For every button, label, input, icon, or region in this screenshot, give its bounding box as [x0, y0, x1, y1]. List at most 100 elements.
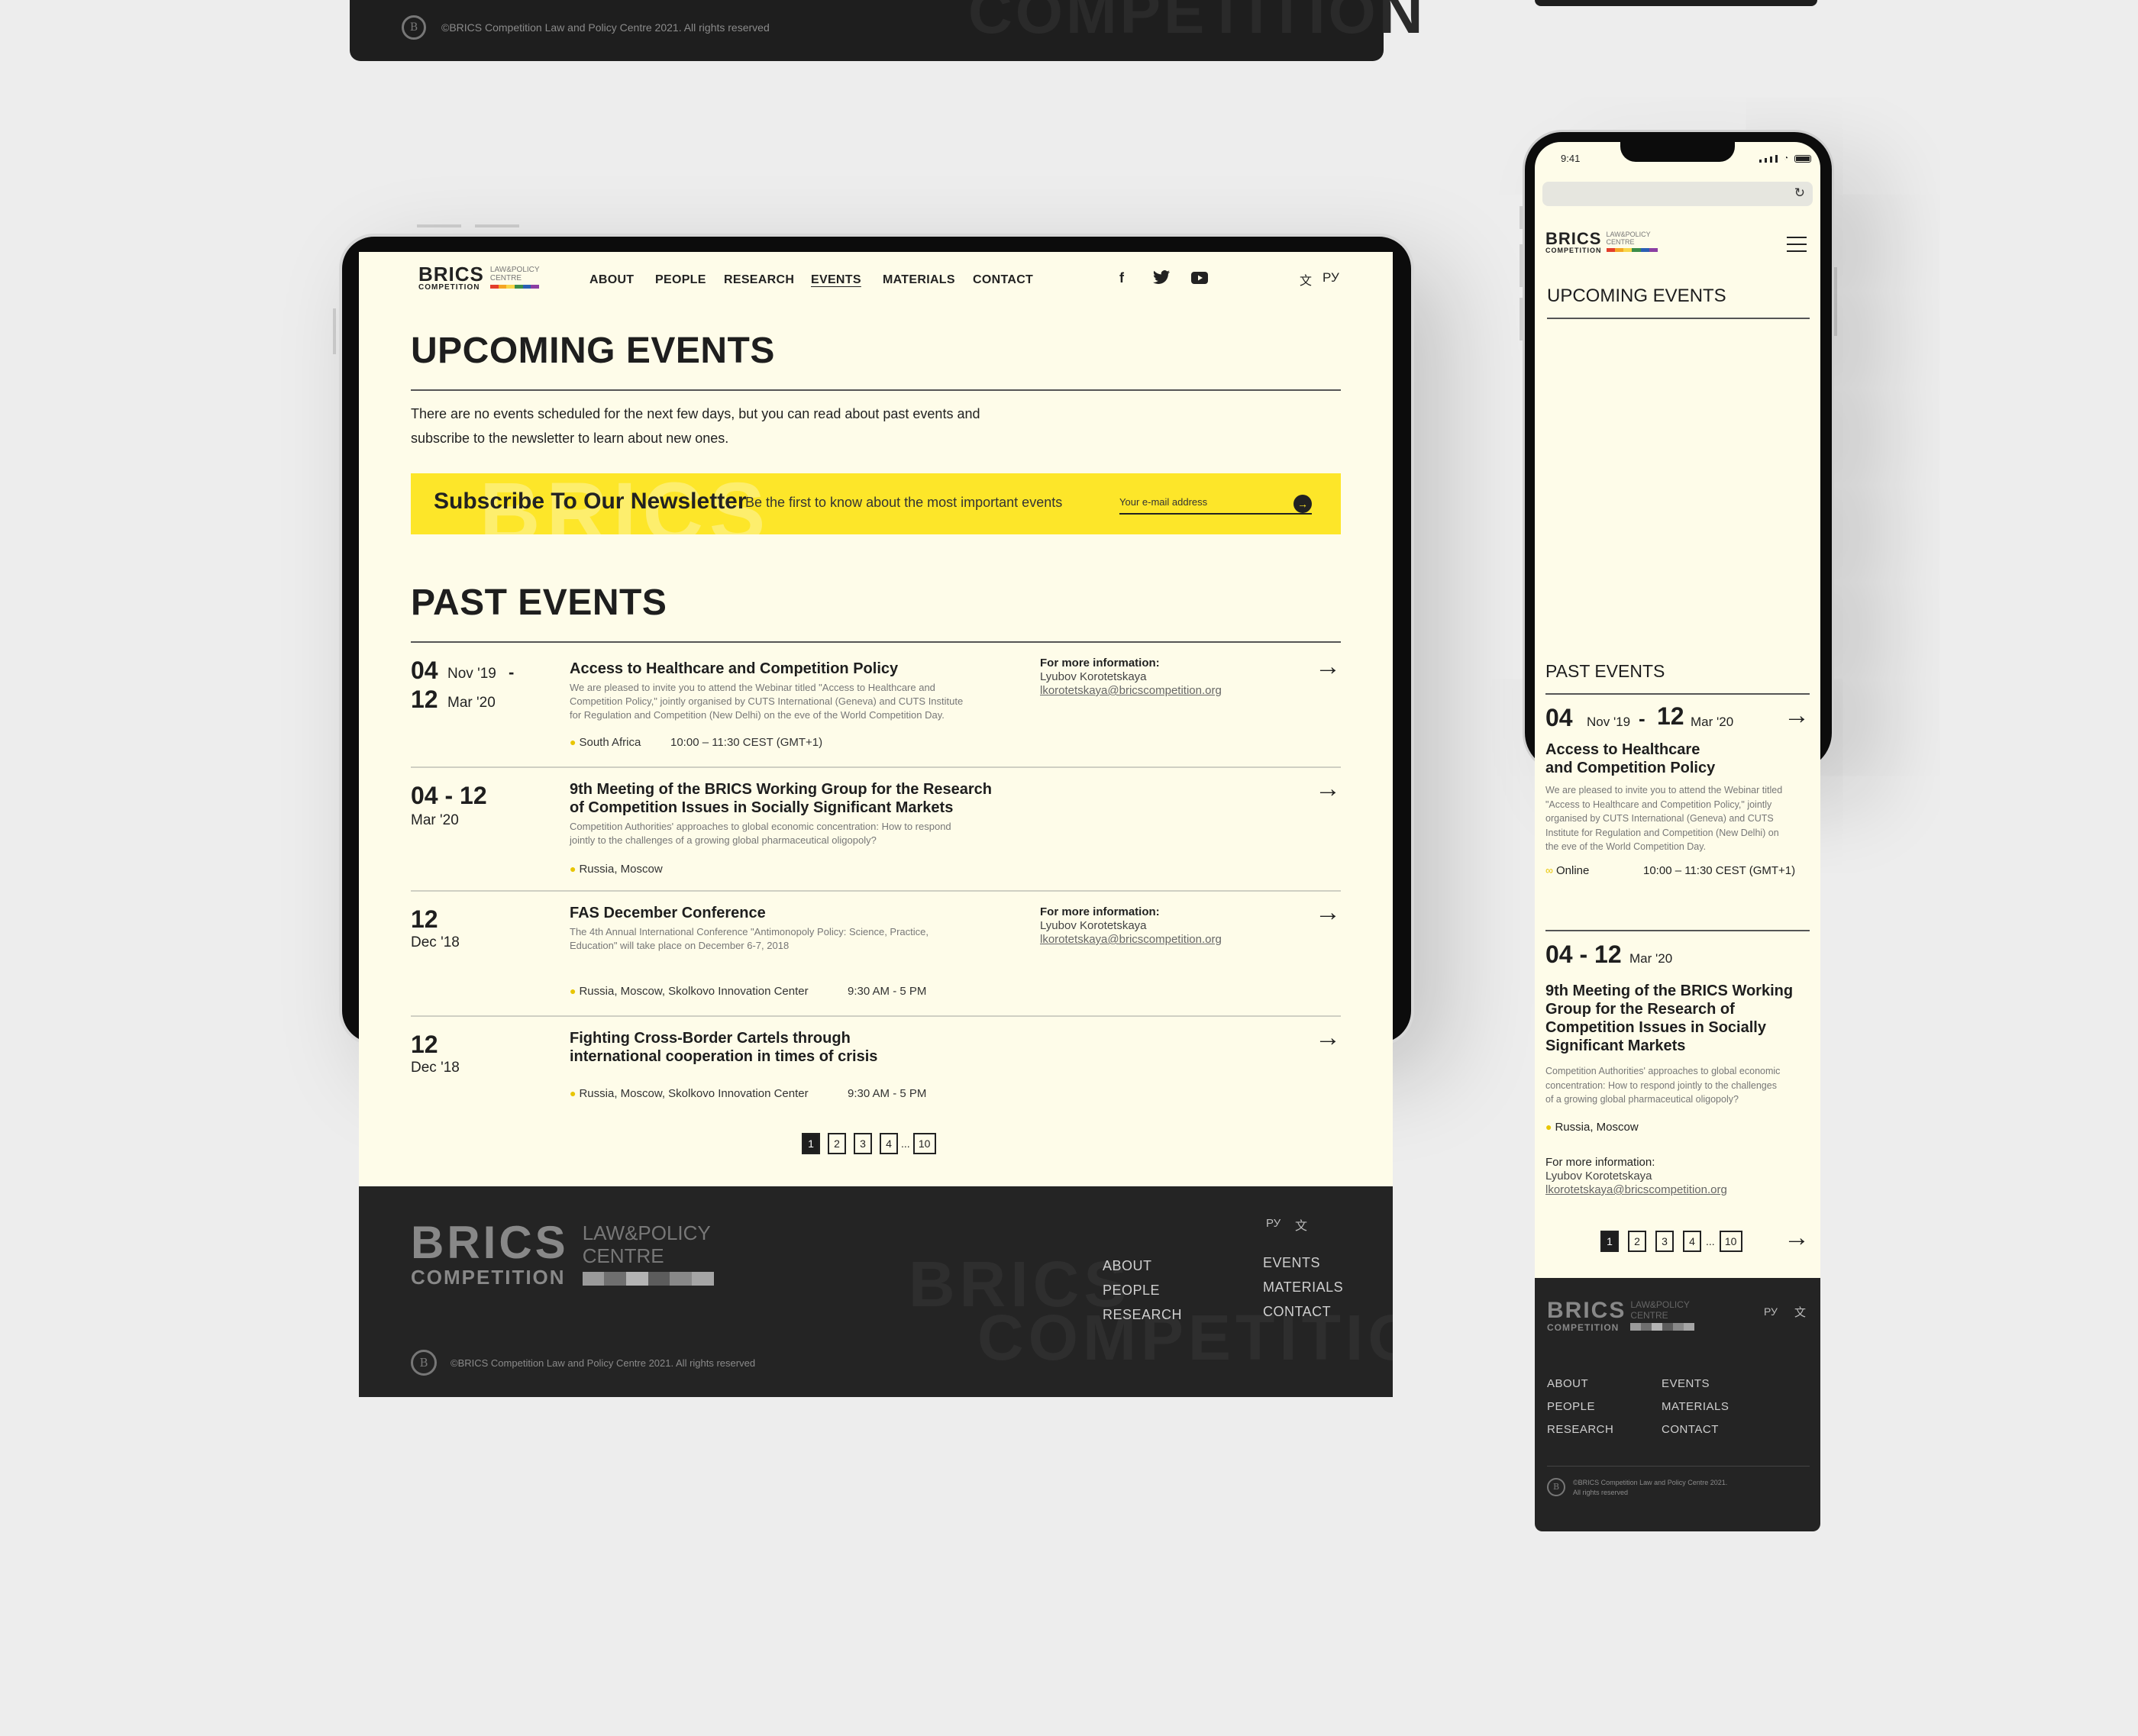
email-field[interactable]: Your e-mail address → — [1119, 490, 1312, 515]
nav-research[interactable]: RESEARCH — [724, 273, 794, 287]
title-line: of Competition Issues in Socially Signif… — [570, 799, 954, 816]
pagination-ellipsis: ... — [901, 1137, 910, 1150]
page-1-button[interactable]: 1 — [1600, 1231, 1619, 1252]
translate-icon[interactable]: 文 — [1295, 1215, 1307, 1234]
event-contact-info: For more information: Lyubov Korotetskay… — [1545, 1156, 1727, 1197]
page-10-button[interactable]: 10 — [1719, 1231, 1742, 1252]
status-icons: ◔ — [1759, 154, 1812, 163]
info-email-link[interactable]: lkorotetskaya@bricscompetition.org — [1040, 684, 1222, 698]
previous-phone-edge — [1535, 0, 1817, 6]
event-row[interactable]: 12 Dec '18 FAS December Conference The 4… — [411, 890, 1341, 1017]
desc-line: Competition Authorities' approaches to g… — [1545, 1066, 1781, 1076]
newsletter-subtitle: Be the first to know about the most impo… — [745, 495, 1063, 510]
translate-icon[interactable]: 文 — [1794, 1304, 1806, 1320]
arrow-right-icon[interactable]: → — [1315, 1023, 1341, 1053]
newsletter-title: Subscribe To Our Newsletter — [434, 489, 747, 514]
footer-link-about[interactable]: ABOUT — [1547, 1377, 1588, 1390]
language-switch[interactable]: РУ — [1323, 270, 1339, 286]
logo-brics-text: BRICS — [411, 1217, 569, 1268]
info-email-link[interactable]: lkorotetskaya@bricscompetition.org — [1545, 1183, 1727, 1197]
event-card[interactable]: 04 - 12 Mar '20 9th Meeting of the BRICS… — [1545, 941, 1810, 1200]
status-time: 9:41 — [1561, 153, 1581, 164]
arrow-right-icon[interactable]: → — [1784, 701, 1810, 731]
page-2-button[interactable]: 2 — [1628, 1231, 1646, 1252]
event-location: ● Russia, Moscow, Skolkovo Innovation Cen… — [570, 985, 809, 998]
page-2-button[interactable]: 2 — [828, 1133, 846, 1154]
event-description: Competition Authorities' approaches to g… — [570, 820, 982, 847]
arrow-right-icon[interactable]: → — [1315, 898, 1341, 928]
page-4-button[interactable]: 4 — [880, 1133, 898, 1154]
footer-link-events[interactable]: EVENTS — [1662, 1377, 1710, 1390]
nav-materials[interactable]: MATERIALS — [883, 273, 955, 287]
footer-link-materials[interactable]: MATERIALS — [1263, 1279, 1343, 1296]
event-day-start: 04 — [411, 657, 438, 684]
desc-line: organised by CUTS International (Geneva)… — [1545, 813, 1774, 824]
footer-brics-logo[interactable]: BRICS COMPETITION LAW&POLICY CENTRE — [411, 1220, 714, 1289]
reload-icon[interactable]: ↻ — [1794, 186, 1805, 201]
info-label: For more information: — [1040, 905, 1160, 918]
event-title[interactable]: Access to Healthcare and Competition Pol… — [1545, 741, 1715, 777]
event-time: 9:30 AM - 5 PM — [848, 985, 927, 998]
page-10-button[interactable]: 10 — [912, 1133, 936, 1154]
footer-link-research[interactable]: RESEARCH — [1103, 1307, 1182, 1323]
arrow-right-icon[interactable]: → — [1315, 652, 1341, 682]
event-title[interactable]: FAS December Conference — [570, 904, 766, 922]
logo-centre-text: CENTRE — [1630, 1310, 1668, 1321]
event-title[interactable]: 9th Meeting of the BRICS Working Group f… — [1545, 982, 1793, 1055]
info-email-link[interactable]: lkorotetskaya@bricscompetition.org — [1040, 933, 1222, 947]
event-title[interactable]: 9th Meeting of the BRICS Working Group f… — [570, 780, 992, 817]
nav-about[interactable]: ABOUT — [589, 273, 634, 287]
site-footer: BRICS COMPETITION BRICS COMPETITION LAW&… — [359, 1186, 1393, 1397]
event-day: 12 — [411, 905, 438, 933]
arrow-right-icon[interactable]: → — [1293, 495, 1312, 513]
footer-link-people[interactable]: PEOPLE — [1547, 1400, 1595, 1413]
facebook-icon[interactable]: f — [1119, 270, 1124, 286]
event-description: The 4th Annual International Conference … — [570, 925, 982, 953]
page-3-button[interactable]: 3 — [1655, 1231, 1674, 1252]
footer-link-events[interactable]: EVENTS — [1263, 1255, 1320, 1271]
footer-link-research[interactable]: RESEARCH — [1547, 1423, 1613, 1436]
arrow-right-icon[interactable]: → — [1784, 1223, 1810, 1253]
footer-link-about[interactable]: ABOUT — [1103, 1258, 1152, 1274]
event-location: ● Russia, Moscow — [570, 863, 663, 876]
translate-icon[interactable]: 文 — [1300, 270, 1312, 289]
arrow-right-icon[interactable]: → — [1315, 774, 1341, 804]
event-card[interactable]: 04 Nov '19 - 12 Mar '20 → Access to Heal… — [1545, 701, 1810, 902]
hamburger-menu-icon[interactable] — [1787, 237, 1807, 252]
desc-line: of a growing global pharmaceutical oligo… — [1545, 1094, 1739, 1105]
page-1-button[interactable]: 1 — [802, 1133, 820, 1154]
nav-events[interactable]: EVENTS — [811, 273, 861, 287]
brics-logo[interactable]: BRICS COMPETITION LAW&POLICY CENTRE — [418, 263, 540, 292]
youtube-icon[interactable] — [1191, 272, 1208, 288]
event-date-range: 04 - 12 — [411, 782, 487, 809]
event-row[interactable]: 04 - 12 Mar '20 9th Meeting of the BRICS… — [411, 766, 1341, 892]
event-day-start: 04 — [1545, 704, 1573, 731]
page-4-button[interactable]: 4 — [1683, 1231, 1701, 1252]
footer-link-contact[interactable]: CONTACT — [1662, 1423, 1719, 1436]
event-month: Mar '20 — [1629, 951, 1673, 966]
browser-address-bar[interactable]: ↻ — [1542, 182, 1813, 206]
footer-brics-logo[interactable]: BRICS COMPETITION LAW&POLICY CENTRE — [1547, 1299, 1695, 1333]
title-line: Group for the Research of — [1545, 1001, 1735, 1018]
logo-competition-text: COMPETITION — [411, 1266, 566, 1289]
event-title[interactable]: Fighting Cross-Border Cartels through in… — [570, 1029, 877, 1066]
event-month-end: Mar '20 — [1691, 715, 1734, 729]
footer-link-contact[interactable]: CONTACT — [1263, 1304, 1331, 1320]
footer-link-people[interactable]: PEOPLE — [1103, 1283, 1160, 1299]
nav-contact[interactable]: CONTACT — [973, 273, 1033, 287]
event-row[interactable]: 12 Dec '18 Fighting Cross-Border Cartels… — [411, 1015, 1341, 1119]
event-day-end: 12 — [411, 686, 438, 713]
phone-screen: 9:41 ◔ ↻ BRICS COMPETITION LAW&POLICY CE… — [1535, 142, 1820, 1531]
brics-logo[interactable]: BRICS COMPETITION LAW&POLICY CENTRE — [1545, 229, 1658, 254]
pagination: 1 2 3 4 ... 10 — [802, 1133, 936, 1154]
twitter-icon[interactable] — [1153, 270, 1170, 288]
page-3-button[interactable]: 3 — [854, 1133, 872, 1154]
location-text: Russia, Moscow — [579, 863, 663, 876]
event-title[interactable]: Access to Healthcare and Competition Pol… — [570, 660, 898, 678]
footer-language-switch[interactable]: РУ — [1764, 1305, 1778, 1318]
event-time: 9:30 AM - 5 PM — [848, 1087, 927, 1100]
footer-language-switch[interactable]: РУ — [1266, 1217, 1281, 1230]
footer-link-materials[interactable]: MATERIALS — [1662, 1400, 1729, 1413]
event-row[interactable]: 04 Nov '19 - 12 Mar '20 Access to Health… — [411, 641, 1341, 766]
nav-people[interactable]: PEOPLE — [655, 273, 706, 287]
